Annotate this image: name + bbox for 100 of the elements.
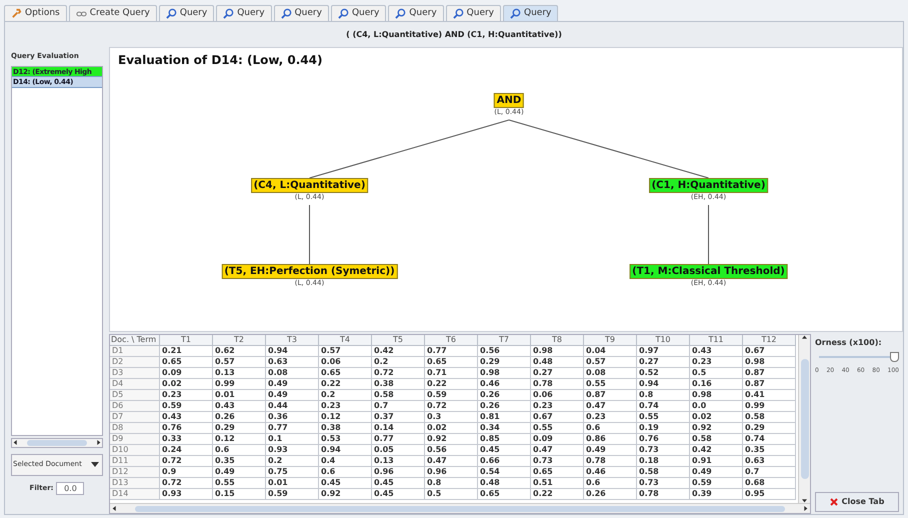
tab[interactable]: Query <box>446 5 502 21</box>
left-arrow-icon[interactable] <box>112 506 117 511</box>
tab[interactable]: Query <box>216 5 272 21</box>
column-header[interactable]: T3 <box>266 335 319 346</box>
right-arrow-icon[interactable] <box>803 506 808 511</box>
table-cell: 0.77 <box>372 434 425 445</box>
table-cell: 0.78 <box>637 489 690 500</box>
table-cell: 0.08 <box>584 368 637 379</box>
column-header[interactable]: T8 <box>531 335 584 346</box>
column-header[interactable]: T11 <box>690 335 743 346</box>
table-cell: 0.92 <box>690 423 743 434</box>
tree-node[interactable]: (T5, EH:Perfection (Symetric)) <box>221 264 398 279</box>
left-arrow-icon[interactable] <box>13 440 18 445</box>
tab[interactable]: Options <box>4 5 67 21</box>
table-cell: 0.08 <box>266 368 319 379</box>
table-cell: 0.8 <box>637 390 690 401</box>
table-cell: 0.46 <box>584 467 637 478</box>
tree-node[interactable]: AND <box>494 93 524 108</box>
table-cell: 0.45 <box>478 445 531 456</box>
horizontal-scrollbar[interactable] <box>110 503 810 513</box>
table-cell: D8 <box>110 423 160 434</box>
tab[interactable]: Query <box>274 5 329 21</box>
tab[interactable]: Create Query <box>68 5 157 21</box>
table-cell: 0.56 <box>478 346 531 357</box>
tree-node[interactable]: (C4, L:Quantitative) <box>250 178 368 193</box>
table-cell: 0.45 <box>319 478 372 489</box>
table-cell: 0.73 <box>637 445 690 456</box>
table-cell: 0.05 <box>372 445 425 456</box>
column-header[interactable]: T4 <box>319 335 372 346</box>
table-cell: 0.01 <box>213 390 266 401</box>
close-tab-button[interactable]: Close Tab <box>815 492 899 512</box>
table-cell: 0.01 <box>266 478 319 489</box>
table-cell: 0.72 <box>160 456 213 467</box>
table-cell: 0.57 <box>213 357 266 368</box>
table-cell: 0.63 <box>266 357 319 368</box>
table-cell: 0.42 <box>372 346 425 357</box>
table-cell: 0.57 <box>319 346 372 357</box>
table-cell: 0.21 <box>160 346 213 357</box>
magnifier-icon <box>166 8 177 19</box>
column-header[interactable]: T12 <box>743 335 796 346</box>
table-cell: 0.52 <box>637 368 690 379</box>
table-cell: 0.38 <box>372 379 425 390</box>
up-arrow-icon[interactable] <box>802 335 807 340</box>
table-cell: 0.62 <box>213 346 266 357</box>
table-cell: 0.8 <box>425 478 478 489</box>
table-cell: 0.5 <box>425 489 478 500</box>
table-cell: 0.94 <box>319 445 372 456</box>
table-cell: 0.81 <box>478 412 531 423</box>
table-cell: 0.87 <box>743 368 796 379</box>
table-cell: D12 <box>110 467 160 478</box>
tab[interactable]: Query <box>330 5 386 21</box>
table-cell: D4 <box>110 379 160 390</box>
table-cell: 0.55 <box>584 379 637 390</box>
table-cell: 0.63 <box>743 456 796 467</box>
table-cell: 0.57 <box>584 357 637 368</box>
table-cell: 0.6 <box>319 467 372 478</box>
column-header[interactable]: T10 <box>637 335 690 346</box>
table-cell: 0.53 <box>319 434 372 445</box>
table-cell: 0.76 <box>637 434 690 445</box>
table-cell: 0.27 <box>531 368 584 379</box>
table-cell: 0.59 <box>160 401 213 412</box>
tab[interactable]: Query <box>388 5 444 21</box>
table-cell: D2 <box>110 357 160 368</box>
table-cell: 0.65 <box>319 368 372 379</box>
column-header[interactable]: T7 <box>478 335 531 346</box>
table-cell: 0.56 <box>425 445 478 456</box>
tree-node[interactable]: (T1, M:Classical Threshold) <box>629 264 788 279</box>
close-icon <box>830 498 838 506</box>
vertical-scrollbar[interactable] <box>798 335 810 503</box>
table-cell: 0.35 <box>743 445 796 456</box>
table-cell: 0.54 <box>478 467 531 478</box>
column-header[interactable]: T2 <box>213 335 266 346</box>
table-cell: 0.26 <box>478 401 531 412</box>
column-header[interactable]: T5 <box>372 335 425 346</box>
table-cell: 0.24 <box>160 445 213 456</box>
right-arrow-icon[interactable] <box>96 440 101 445</box>
down-arrow-icon[interactable] <box>802 498 807 503</box>
filter-field[interactable]: 0.0 <box>56 482 84 494</box>
slider-thumb[interactable] <box>890 352 899 362</box>
table-cell: 0.37 <box>372 412 425 423</box>
table-cell: 0.93 <box>160 489 213 500</box>
table-cell: 0.71 <box>425 368 478 379</box>
table-cell: 0.49 <box>266 379 319 390</box>
table-cell: 0.66 <box>478 456 531 467</box>
column-header[interactable]: T6 <box>425 335 478 346</box>
table-cell: 0.35 <box>213 456 266 467</box>
table-cell: 0.27 <box>637 357 690 368</box>
table-cell: 0.99 <box>213 379 266 390</box>
tab[interactable]: Query <box>503 5 558 21</box>
tree-node[interactable]: (C1, H:Quantitative) <box>648 178 768 193</box>
table-cell: 0.5 <box>690 368 743 379</box>
table-cell: 0.58 <box>637 467 690 478</box>
caret-icon <box>91 462 99 467</box>
column-header[interactable]: T1 <box>160 335 213 346</box>
table-cell: 0.85 <box>478 434 531 445</box>
horizontal-scrollbar[interactable] <box>11 438 103 448</box>
column-header[interactable]: Doc. \ Term <box>110 335 160 346</box>
column-header[interactable]: T9 <box>584 335 637 346</box>
tab[interactable]: Query <box>158 5 214 21</box>
table-cell: 0.23 <box>584 412 637 423</box>
